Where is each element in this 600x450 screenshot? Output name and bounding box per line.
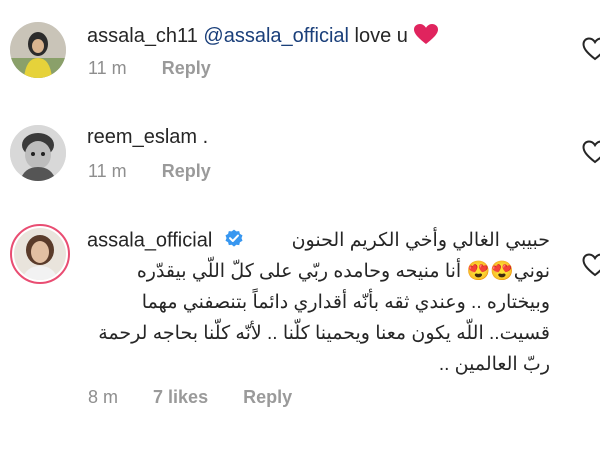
reply-button[interactable]: Reply	[162, 161, 211, 181]
timestamp: 11 m	[88, 58, 127, 78]
username[interactable]: reem_eslam	[87, 126, 197, 148]
avatar-image	[14, 228, 66, 280]
avatar[interactable]	[10, 22, 66, 78]
comment-text: reem_eslam .	[87, 126, 208, 149]
like-heart-icon[interactable]	[582, 37, 600, 61]
like-heart-icon[interactable]	[582, 140, 600, 164]
avatar[interactable]	[10, 125, 66, 181]
comment-line: قسيت.. اللّه يكون معنا ويحمينا كلّنا .. …	[98, 323, 550, 344]
comment-meta: 11 m Reply	[88, 58, 241, 79]
likes-count[interactable]: 7 likes	[153, 387, 208, 407]
mention-link[interactable]: @assala_official	[203, 25, 349, 47]
comment-body: love u	[354, 25, 408, 47]
reply-button[interactable]: Reply	[243, 387, 292, 407]
comment-body: حبيبي الغالي وأخي الكريم الحنون نوني😍😍 أ…	[80, 225, 550, 380]
timestamp: 8 m	[88, 387, 119, 407]
comment-line: وبيختاره .. وعندي ثقه بأنّه أقداري دائما…	[141, 292, 550, 313]
comment-line: ربّ العالمين ..	[438, 354, 550, 375]
comment-meta: 8 m 7 likes Reply	[88, 387, 322, 408]
like-heart-icon[interactable]	[582, 253, 600, 277]
comment-line: نوني😍😍 أنا منيحه وحامده ربّي على كلّ الل…	[136, 261, 550, 282]
comment-meta: 11 m Reply	[88, 161, 241, 182]
timestamp: 11 m	[88, 161, 127, 181]
avatar[interactable]	[10, 224, 70, 284]
comment-text: assala_ch11 @assala_official love u	[87, 23, 439, 48]
comment-body: .	[202, 126, 209, 148]
comment-line: حبيبي الغالي وأخي الكريم الحنون	[291, 230, 550, 251]
username[interactable]: assala_ch11	[87, 25, 198, 47]
reply-button[interactable]: Reply	[162, 58, 211, 78]
heart-emoji	[413, 24, 439, 47]
